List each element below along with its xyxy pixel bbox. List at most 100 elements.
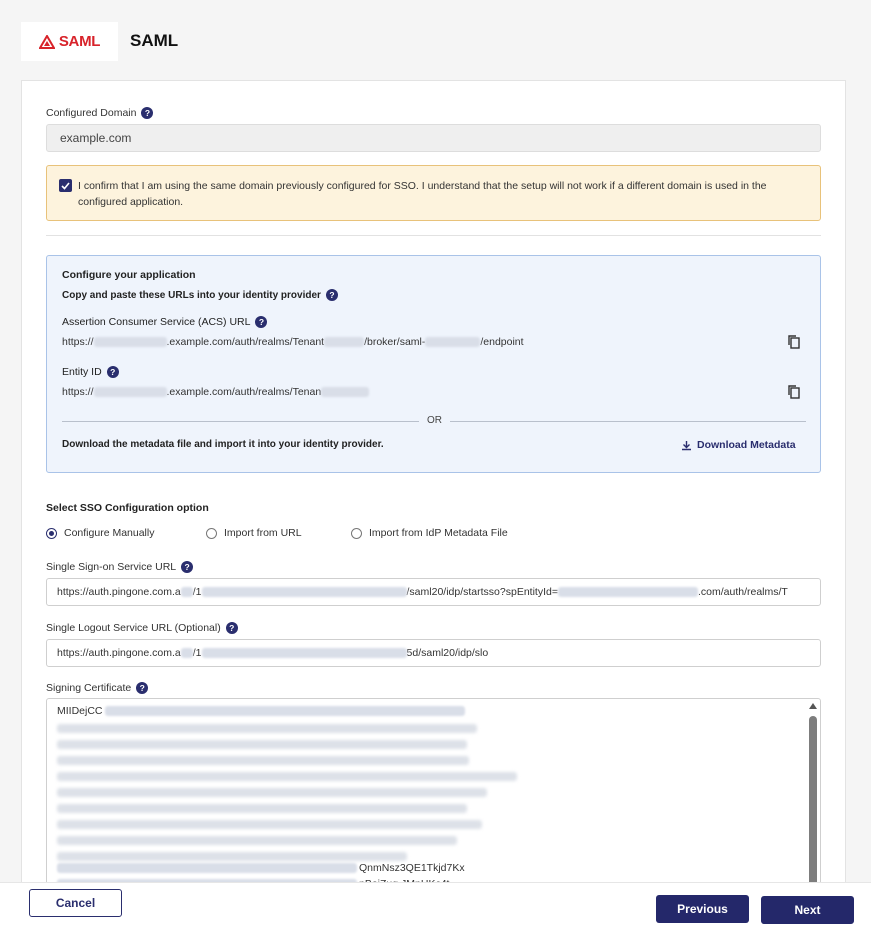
entity-id-label-text: Entity ID xyxy=(62,366,102,378)
slo-url-part: /1 xyxy=(192,647,202,659)
configured-domain-field: example.com xyxy=(46,124,821,152)
sso-url-input[interactable]: https://auth.pingone.com.a/1/saml20/idp/… xyxy=(46,578,821,606)
redacted-text xyxy=(57,836,457,845)
redacted-text xyxy=(57,724,477,733)
signing-certificate-label-text: Signing Certificate xyxy=(46,682,132,694)
certificate-line: MIIDejCC xyxy=(57,705,465,717)
sso-url-label-text: Single Sign-on Service URL xyxy=(46,561,177,573)
acs-url-part: https:// xyxy=(62,336,94,348)
help-icon[interactable]: ? xyxy=(141,107,154,119)
checkmark-icon xyxy=(61,181,70,190)
entity-id-part: https:// xyxy=(62,386,94,398)
page-title: SAML xyxy=(130,31,179,50)
or-divider-right xyxy=(450,421,806,422)
redacted-text xyxy=(180,648,193,658)
slo-url-part: https://auth.pingone.com.a xyxy=(57,647,181,659)
radio-button[interactable] xyxy=(46,527,57,539)
footer-bar: Cancel Previous Next xyxy=(0,882,871,935)
redacted-text xyxy=(57,852,407,861)
redacted-text xyxy=(57,804,467,813)
configure-application-panel: Configure your application Copy and past… xyxy=(46,255,821,473)
redacted-text xyxy=(57,863,357,873)
radio-import-from-url[interactable]: Import from URL xyxy=(206,527,302,539)
acs-url-part: /endpoint xyxy=(480,336,524,348)
help-icon[interactable]: ? xyxy=(225,622,238,634)
redacted-text xyxy=(57,772,517,781)
scroll-up-arrow-icon[interactable] xyxy=(809,703,817,709)
redacted-text xyxy=(104,706,465,716)
slo-url-label-text: Single Logout Service URL (Optional) xyxy=(46,622,221,634)
acs-url-value: https:// .example.com/auth/realms/Tenant /… xyxy=(62,336,524,348)
cancel-button[interactable]: Cancel xyxy=(29,889,122,917)
redacted-text xyxy=(425,337,481,348)
previous-button[interactable]: Previous xyxy=(656,895,749,923)
redacted-text xyxy=(57,756,469,765)
signing-certificate-label: Signing Certificate ? xyxy=(46,682,149,694)
or-divider-text: OR xyxy=(427,415,442,426)
redacted-text xyxy=(201,587,407,597)
section-divider xyxy=(46,235,821,236)
sso-url-part: .com/auth/realms/T xyxy=(697,586,788,598)
slo-url-label: Single Logout Service URL (Optional) ? xyxy=(46,622,238,634)
page-header: SAML SAML xyxy=(0,0,871,80)
configure-application-subtitle-text: Copy and paste these URLs into your iden… xyxy=(62,289,321,301)
redacted-text xyxy=(57,788,487,797)
configure-application-title: Configure your application xyxy=(62,269,196,281)
radio-label: Import from URL xyxy=(224,527,302,539)
domain-confirm-warning: I confirm that I am using the same domai… xyxy=(46,165,821,221)
sso-option-title: Select SSO Configuration option xyxy=(46,502,209,514)
saml-logo: SAML xyxy=(21,22,118,61)
radio-import-metadata-file[interactable]: Import from IdP Metadata File xyxy=(351,527,508,539)
radio-button[interactable] xyxy=(206,527,217,539)
entity-id-label: Entity ID ? xyxy=(62,366,119,378)
next-button[interactable]: Next xyxy=(761,896,854,924)
radio-configure-manually[interactable]: Configure Manually xyxy=(46,527,154,539)
redacted-text xyxy=(93,337,167,348)
domain-confirm-text: I confirm that I am using the same domai… xyxy=(78,180,767,208)
radio-button[interactable] xyxy=(351,527,362,539)
saml-config-card: Configured Domain ? example.com I confir… xyxy=(21,80,846,890)
configure-application-subtitle: Copy and paste these URLs into your iden… xyxy=(62,289,338,301)
certificate-line-text: QnmNsz3QE1Tkjd7Kx xyxy=(359,862,465,874)
slo-url-input[interactable]: https://auth.pingone.com.a/1 5d/saml20/id… xyxy=(46,639,821,667)
acs-url-part: .example.com/auth/realms/Tenant xyxy=(166,336,325,348)
sso-url-part: https://auth.pingone.com.a xyxy=(57,586,181,598)
redacted-text xyxy=(201,648,407,658)
configured-domain-label-text: Configured Domain xyxy=(46,107,137,119)
help-icon[interactable]: ? xyxy=(255,316,268,328)
download-metadata-label: Download Metadata xyxy=(697,439,796,451)
radio-label: Import from IdP Metadata File xyxy=(369,527,508,539)
certificate-line-text: MIIDejCC xyxy=(57,705,103,717)
download-metadata-text: Download the metadata file and import it… xyxy=(62,439,384,450)
sso-url-label: Single Sign-on Service URL ? xyxy=(46,561,194,573)
download-metadata-link[interactable]: Download Metadata xyxy=(681,439,796,451)
help-icon[interactable]: ? xyxy=(136,682,149,694)
scrollbar-thumb[interactable] xyxy=(809,716,817,886)
domain-confirm-checkbox[interactable] xyxy=(59,179,72,192)
redacted-text xyxy=(57,820,482,829)
redacted-text xyxy=(557,587,698,597)
redacted-text xyxy=(321,387,370,398)
help-icon[interactable]: ? xyxy=(325,289,338,301)
redacted-text xyxy=(57,740,467,749)
saml-logo-icon xyxy=(38,34,55,49)
acs-url-label: Assertion Consumer Service (ACS) URL ? xyxy=(62,316,268,328)
help-icon[interactable]: ? xyxy=(181,561,194,573)
copy-acs-url-icon[interactable] xyxy=(787,335,801,349)
signing-certificate-textarea[interactable]: MIIDejCC QnmNsz3QE1Tkjd7Kx nBojZug JMnHK… xyxy=(46,698,821,890)
copy-entity-id-icon[interactable] xyxy=(787,385,801,399)
saml-logo-text: SAML xyxy=(58,33,101,50)
certificate-line: QnmNsz3QE1Tkjd7Kx xyxy=(57,862,465,874)
or-divider-left xyxy=(62,421,419,422)
acs-url-part: /broker/saml- xyxy=(364,336,426,348)
download-icon xyxy=(682,440,691,450)
configured-domain-label: Configured Domain ? xyxy=(46,107,154,119)
redacted-text xyxy=(180,587,193,597)
radio-label: Configure Manually xyxy=(64,527,155,539)
entity-id-value: https:// .example.com/auth/realms/Tenan xyxy=(62,386,370,398)
redacted-text xyxy=(93,387,167,398)
slo-url-part: 5d/saml20/idp/slo xyxy=(406,647,489,659)
sso-url-part: /saml20/idp/startsso?spEntityId= xyxy=(406,586,558,598)
acs-url-label-text: Assertion Consumer Service (ACS) URL xyxy=(62,316,251,328)
help-icon[interactable]: ? xyxy=(106,366,119,378)
